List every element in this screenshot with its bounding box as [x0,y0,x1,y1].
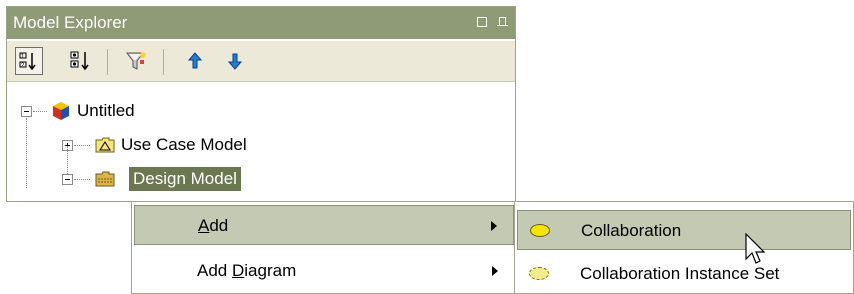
tree-node-label: Use Case Model [121,135,247,154]
toolbar-separator [163,49,164,75]
submenu-arrow-icon [492,266,498,276]
tree-connector [33,111,47,113]
use-case-model-icon [95,137,115,153]
pin-icon[interactable] [497,17,508,27]
panel-title: Model Explorer [13,13,128,32]
sort-by-order-button[interactable]: 1 2 [15,47,43,75]
mouse-cursor-icon [745,233,766,264]
tree-connector [74,145,90,147]
menu-item-add[interactable]: Add [134,205,514,245]
menu-item-add-diagram[interactable]: Add Diagram [134,251,514,291]
collapse-icon[interactable] [62,174,73,185]
filter-button[interactable] [123,47,151,75]
submenu-item-label: Collaboration [581,221,682,240]
collapse-icon[interactable] [21,106,32,117]
tree-node-label-selected: Design Model [129,167,241,191]
model-explorer-panel: Model Explorer 1 2 Untitled Use Case Mod… [6,6,516,202]
menu-item-label: Add [198,216,229,235]
menu-item-label: Add Diagram [197,261,297,280]
add-submenu: Collaboration Collaboration Instance Set [514,201,854,294]
design-model-icon [95,171,115,187]
maximize-icon[interactable] [477,17,487,27]
submenu-arrow-icon [491,221,497,231]
move-down-button[interactable] [221,47,249,75]
collaboration-instance-set-icon [529,267,549,280]
sort-alphabetically-icon [70,51,89,71]
submenu-item-collaboration[interactable]: Collaboration [517,210,851,250]
toolbar-separator [107,49,108,75]
explorer-toolbar: 1 2 [7,41,515,82]
panel-titlebar: Model Explorer [7,7,515,39]
tree-node-label: Untitled [77,101,135,120]
submenu-item-collaboration-instance-set[interactable]: Collaboration Instance Set [517,254,851,294]
move-up-button[interactable] [181,47,209,75]
project-cube-icon [53,102,69,120]
tree-node-untitled[interactable]: Untitled [7,99,267,123]
tree-node-design-model[interactable]: Design Model [7,167,307,191]
svg-text:2: 2 [21,63,25,69]
move-up-arrow-icon [187,52,203,69]
sort-alphabetically-button[interactable] [67,47,95,75]
move-down-arrow-icon [227,53,243,70]
tree-connector [74,179,90,181]
sort-by-order-icon: 1 2 [19,52,36,71]
tree-node-use-case-model[interactable]: Use Case Model [7,133,307,157]
context-menu: Add Add Diagram [131,201,514,294]
svg-text:1: 1 [21,54,25,60]
collaboration-ellipse-icon [530,224,550,237]
filter-icon [126,52,146,70]
